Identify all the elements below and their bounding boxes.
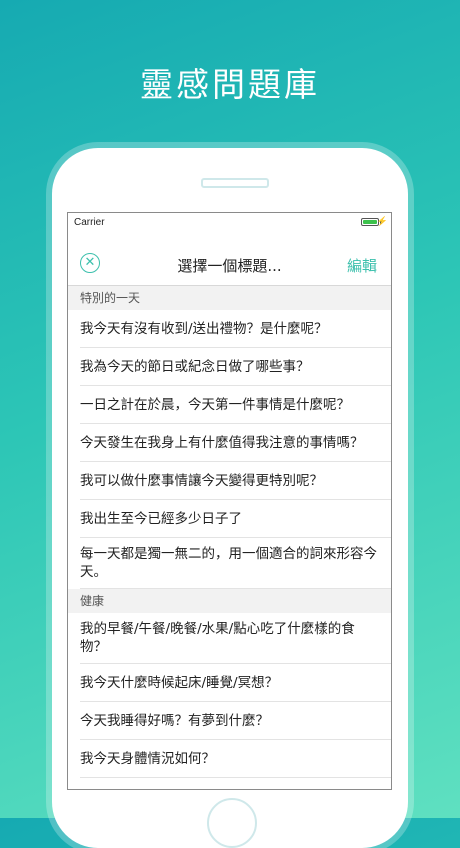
list-item[interactable]: 我的早餐/午餐/晚餐/水果/點心吃了什麼樣的食物？ <box>80 613 391 664</box>
list-item[interactable]: 今天我睡得好嗎？有夢到什麼？ <box>80 702 391 740</box>
list-item[interactable]: 我今天什麼時候起床/睡覺/冥想？ <box>80 664 391 702</box>
headline: 靈感問題庫 <box>140 65 320 104</box>
list-item[interactable]: 我今天的心情，情緒表現如何？ <box>80 778 391 790</box>
charging-icon: ⚡ <box>376 216 388 226</box>
section-header: 特別的一天 <box>68 286 391 310</box>
list-item[interactable]: 我可以做什麼事情讓今天變得更特別呢？ <box>80 462 391 500</box>
list-item[interactable]: 每一天都是獨一無二的，用一個適合的詞來形容今天。 <box>80 538 391 589</box>
section-header: 健康 <box>68 589 391 613</box>
nav-title: 選擇一個標題... <box>177 257 282 275</box>
speaker <box>201 178 269 188</box>
home-button[interactable] <box>207 798 257 848</box>
list-item[interactable]: 我今天身體情況如何？ <box>80 740 391 778</box>
list-item[interactable]: 我出生至今已經多少日子了 <box>80 500 391 538</box>
edit-button[interactable]: 編輯 <box>347 255 377 276</box>
phone-screen: Carrier ⚡ ✕ 選擇一個標題... 編輯 特別的一天 我今天有沒有收到/… <box>67 212 392 790</box>
list-item[interactable]: 一日之計在於晨，今天第一件事情是什麼呢？ <box>80 386 391 424</box>
list-item[interactable]: 今天發生在我身上有什麼值得我注意的事情嗎？ <box>80 424 391 462</box>
nav-bar: ✕ 選擇一個標題... 編輯 <box>68 233 391 286</box>
carrier-label: Carrier <box>74 217 105 228</box>
status-bar: Carrier ⚡ <box>68 213 391 233</box>
list-item[interactable]: 我為今天的節日或紀念日做了哪些事？ <box>80 348 391 386</box>
list-item[interactable]: 我今天有沒有收到/送出禮物？是什麼呢？ <box>80 310 391 348</box>
